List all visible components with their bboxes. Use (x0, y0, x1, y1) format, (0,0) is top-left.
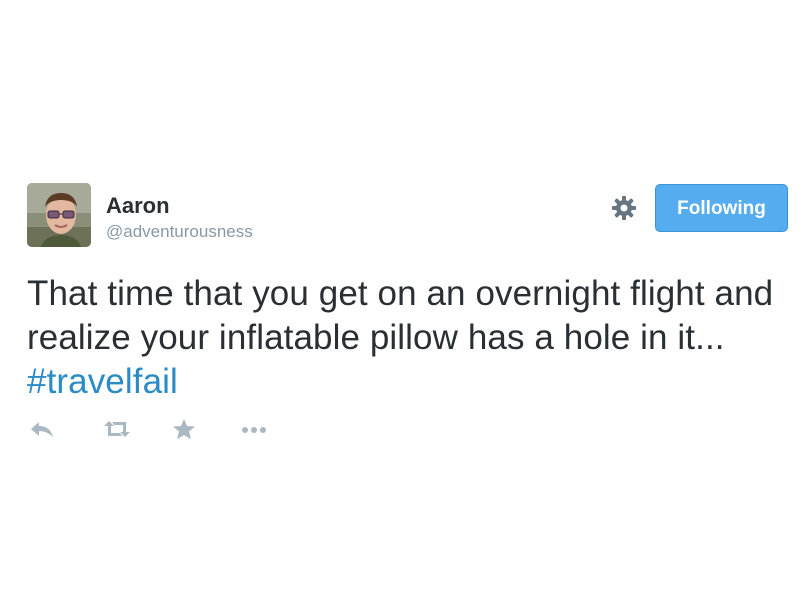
tweet-card: Aaron @adventurousness Following That ti… (0, 0, 800, 600)
following-button[interactable]: Following (655, 184, 788, 232)
tweet-text-body: That time that you get on an overnight f… (27, 274, 774, 357)
avatar-image (27, 183, 91, 247)
retweet-icon[interactable] (102, 418, 132, 440)
more-icon[interactable] (240, 418, 268, 440)
gear-icon[interactable] (610, 194, 638, 222)
favorite-icon[interactable] (172, 418, 196, 440)
tweet-text: That time that you get on an overnight f… (27, 272, 797, 404)
user-name[interactable]: Aaron (106, 193, 170, 219)
hashtag-link[interactable]: #travelfail (27, 362, 178, 401)
avatar[interactable] (27, 183, 91, 247)
reply-icon[interactable] (29, 418, 55, 440)
user-handle[interactable]: @adventurousness (106, 222, 253, 242)
